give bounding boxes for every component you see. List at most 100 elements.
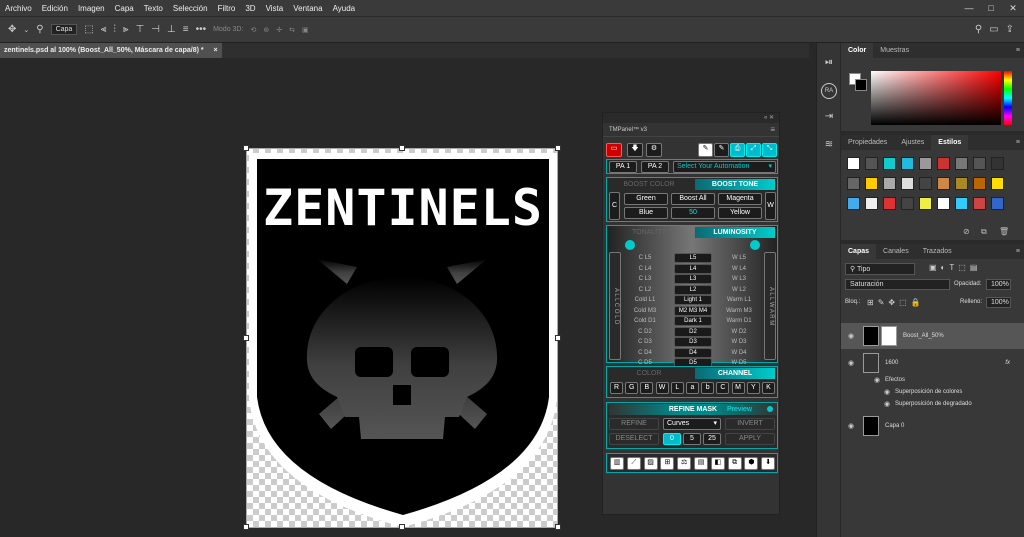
blue-button[interactable]: Blue <box>624 207 668 219</box>
luminosity-button[interactable]: C D4 <box>625 348 665 358</box>
boost-all-button[interactable]: Boost All <box>671 193 715 205</box>
value-0-button[interactable]: 0 <box>663 433 681 445</box>
brush-white-icon[interactable]: ✎ <box>698 143 713 157</box>
luminosity-button[interactable]: C D2 <box>625 327 665 337</box>
visibility-icon[interactable]: ◉ <box>845 422 857 430</box>
channel-button[interactable]: W <box>655 382 669 394</box>
style-swatch[interactable] <box>847 177 860 190</box>
tab-color[interactable]: Color <box>841 43 874 58</box>
style-swatch[interactable] <box>901 177 914 190</box>
boost-tone-tab[interactable]: BOOST TONE <box>695 179 775 190</box>
style-swatch[interactable] <box>991 197 1004 210</box>
panel-menu-icon[interactable]: ≡ <box>1012 43 1024 58</box>
style-swatch[interactable] <box>973 197 986 210</box>
luminosity-button[interactable]: W D2 <box>719 327 759 337</box>
luminosity-button[interactable]: W L5 <box>719 253 759 263</box>
close-button[interactable]: ✕ <box>1002 0 1024 16</box>
film-icon[interactable]: ▤ <box>694 457 708 470</box>
minimize-button[interactable]: — <box>958 0 980 16</box>
luminosity-button[interactable]: W L4 <box>719 264 759 274</box>
effect-row[interactable]: ◉ Superposición de colores <box>841 386 1024 398</box>
levels-icon[interactable]: ▥ <box>610 457 624 470</box>
effect-row[interactable]: ◉ Superposición de degradado <box>841 398 1024 410</box>
boost-color-tab[interactable]: BOOST COLOR <box>609 179 689 190</box>
style-swatch[interactable] <box>901 157 914 170</box>
align-bottom-icon[interactable]: ⊥ <box>167 24 176 35</box>
document-canvas[interactable]: ZENTINELS <box>246 148 558 528</box>
style-swatch[interactable] <box>847 157 860 170</box>
style-swatch[interactable] <box>937 177 950 190</box>
luminosity-button[interactable]: W L2 <box>719 285 759 295</box>
style-swatch[interactable] <box>919 157 932 170</box>
automation-select[interactable]: Select Your Automation ▾ <box>673 161 776 173</box>
channel-button[interactable]: b <box>701 382 715 394</box>
luminosity-button[interactable]: D3 <box>674 337 712 347</box>
background-color-swatch[interactable] <box>855 79 867 91</box>
cube-icon[interactable]: ⬢ <box>744 457 759 470</box>
roll-3d-icon[interactable]: ⊚ <box>263 26 269 34</box>
menu-capa[interactable]: Capa <box>110 4 139 13</box>
visibility-icon[interactable]: ◉ <box>881 400 893 408</box>
align-left-icon[interactable]: ⫷ <box>101 24 107 35</box>
layer-row[interactable]: ◉ Capa 0 <box>841 413 1024 439</box>
luminosity-button[interactable]: Cold D1 <box>625 316 665 326</box>
tab-canales[interactable]: Canales <box>876 244 916 259</box>
luminosity-tab[interactable]: LUMINOSITY <box>695 227 775 238</box>
magic-wand-icon[interactable]: ⤢ <box>746 143 761 157</box>
luminosity-button[interactable]: Cold L1 <box>625 295 665 305</box>
scale-icon[interactable]: ⚖ <box>677 457 692 470</box>
luminosity-button[interactable]: W D4 <box>719 348 759 358</box>
expand-icon[interactable]: ⤡ <box>762 143 777 157</box>
print-icon[interactable]: ⎙ <box>730 143 745 157</box>
value-25-button[interactable]: 25 <box>703 433 721 445</box>
fx-icon[interactable]: fx <box>1005 360 1010 366</box>
all-cold-button[interactable]: A L L C O L D <box>609 252 621 360</box>
effects-row[interactable]: ◉ Efectos <box>841 374 1024 386</box>
luminosity-button[interactable]: D2 <box>674 326 712 337</box>
transform-handle[interactable] <box>399 524 405 530</box>
style-swatch[interactable] <box>955 157 968 170</box>
history-icon[interactable]: ⏯ <box>819 53 839 73</box>
channel-button[interactable]: K <box>762 382 775 394</box>
gear-icon[interactable]: ⚙ <box>646 143 662 157</box>
refine-button[interactable]: REFINE <box>609 418 659 430</box>
download-icon[interactable]: ⬇ <box>761 457 776 470</box>
visibility-icon[interactable]: ◉ <box>845 332 857 340</box>
luminosity-button[interactable]: D4 <box>674 347 712 358</box>
more-options-button[interactable]: ••• <box>196 24 207 35</box>
luminosity-button[interactable]: Warm L1 <box>719 295 759 305</box>
channel-button[interactable]: R <box>610 382 623 394</box>
new-style-icon[interactable]: ⧉ <box>981 227 987 237</box>
distribute-icon[interactable]: ≡ <box>183 24 189 35</box>
tonality-tab[interactable]: TONALITY <box>609 227 689 238</box>
menu-archivo[interactable]: Archivo <box>0 4 37 13</box>
style-swatch[interactable] <box>991 157 1004 170</box>
channel-button[interactable]: L <box>670 382 684 394</box>
luminosity-button[interactable]: C L2 <box>625 285 665 295</box>
style-swatch[interactable] <box>901 197 914 210</box>
orbit-3d-icon[interactable]: ⟲ <box>250 26 256 34</box>
boost-c-button[interactable]: C <box>609 192 620 220</box>
value-5-button[interactable]: 5 <box>683 433 701 445</box>
luminosity-button[interactable]: L3 <box>674 274 712 284</box>
half-icon[interactable]: ◧ <box>710 457 725 470</box>
menu-seleccion[interactable]: Selección <box>168 4 213 13</box>
copy-icon[interactable]: ⧉ <box>727 457 742 470</box>
menu-ventana[interactable]: Ventana <box>288 4 327 13</box>
document-tab[interactable]: zentinels.psd al 100% (Boost_All_50%, Má… <box>0 43 222 58</box>
style-swatch[interactable] <box>955 197 968 210</box>
transform-handle[interactable] <box>243 524 249 530</box>
slide-3d-icon[interactable]: ⇆ <box>289 26 295 34</box>
luminosity-button[interactable]: Warm M3 <box>719 306 759 316</box>
style-swatch[interactable] <box>883 157 896 170</box>
cold-dial-icon[interactable] <box>625 240 635 250</box>
luminosity-button[interactable]: L2 <box>674 284 712 295</box>
layer-row[interactable]: ◉ Boost_All_50% <box>841 323 1024 349</box>
luminosity-button[interactable]: Cold M3 <box>625 306 665 316</box>
all-warm-button[interactable]: A L L W A R M <box>764 252 776 360</box>
menu-edicion[interactable]: Edición <box>37 4 73 13</box>
channel-button[interactable]: B <box>640 382 654 394</box>
transform-handle[interactable] <box>243 145 249 151</box>
style-swatch[interactable] <box>865 157 878 170</box>
style-swatch[interactable] <box>883 197 896 210</box>
